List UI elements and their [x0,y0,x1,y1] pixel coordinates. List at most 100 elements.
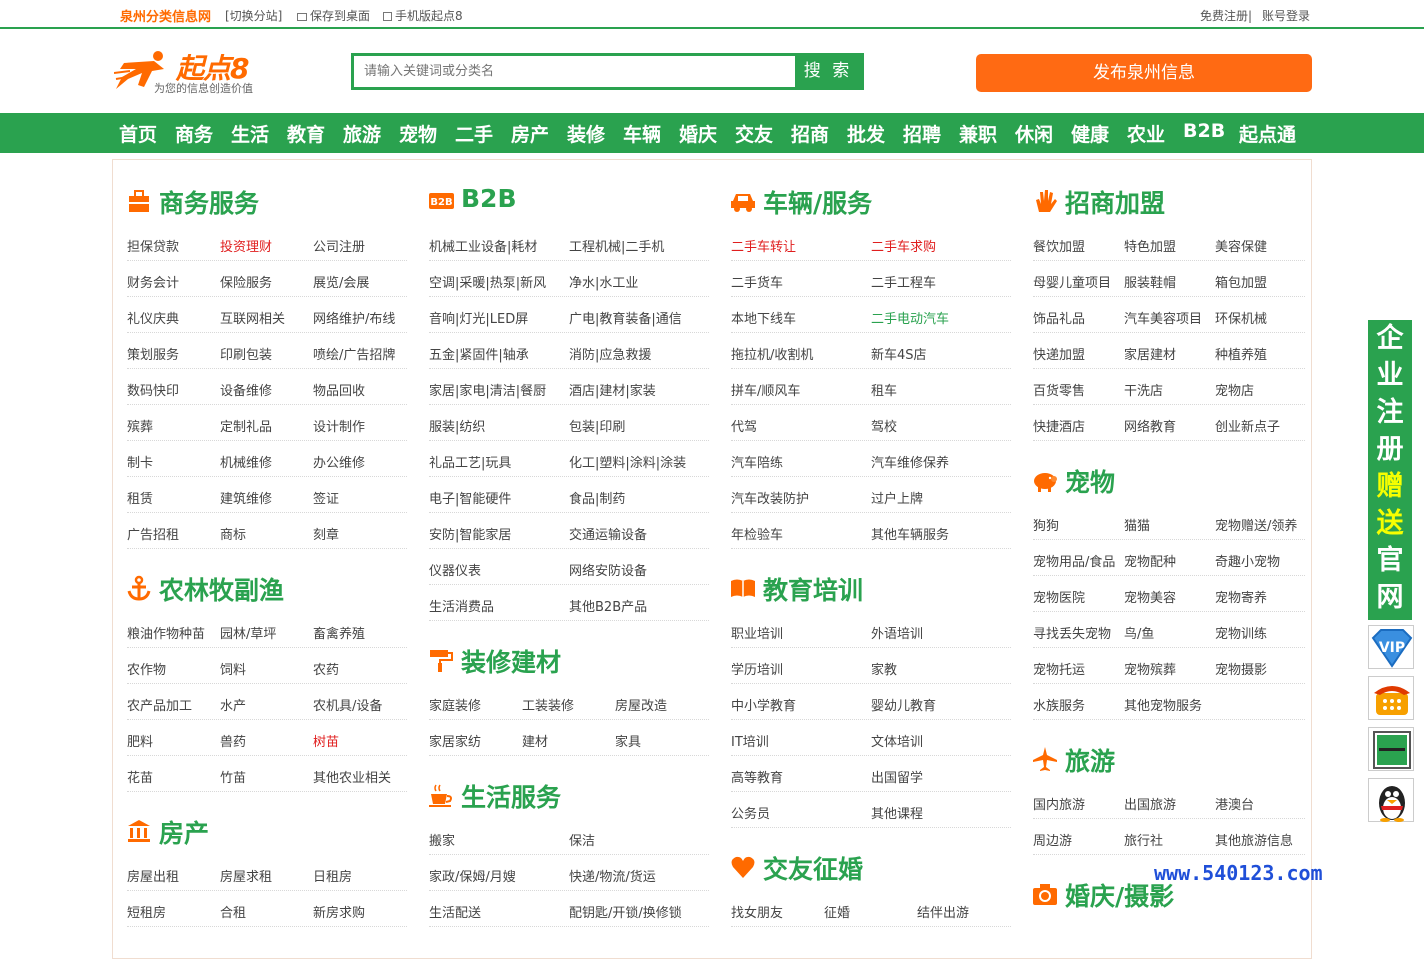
category-link[interactable]: 五金|紧固件|轴承 [429,344,529,363]
category-link[interactable]: 搬家 [429,830,455,849]
category-link[interactable]: 生活配送 [429,902,481,921]
category-link[interactable]: 生活消费品 [429,596,494,615]
category-link[interactable]: 宠物赠送/领养 [1215,515,1297,534]
category-link[interactable]: 饰品礼品 [1033,308,1085,327]
category-link[interactable]: 安防|智能家居 [429,524,511,543]
category-link[interactable]: 制卡 [127,452,153,471]
category-link[interactable]: 宠物医院 [1033,587,1085,606]
category-link[interactable]: 拼车/顺风车 [731,380,800,399]
category-link[interactable]: 商标 [220,524,246,543]
category-link[interactable]: 外语培训 [871,623,923,642]
category-link[interactable]: 旅行社 [1124,830,1163,849]
category-link[interactable]: 建筑维修 [220,488,272,507]
phone-icon[interactable] [1368,676,1414,720]
nav-item[interactable]: 批发 [847,120,885,147]
category-link[interactable]: 出国旅游 [1124,794,1176,813]
category-link[interactable]: 其他宠物服务 [1124,695,1202,714]
category-link[interactable]: 国内旅游 [1033,794,1085,813]
category-link[interactable]: 花苗 [127,767,153,786]
nav-item[interactable]: 休闲 [1015,120,1053,147]
section-title-edu[interactable]: 教育培训 [763,571,863,607]
category-link[interactable]: 港澳台 [1215,794,1254,813]
category-link[interactable]: 鸟/鱼 [1124,623,1154,642]
section-title-agri[interactable]: 农林牧副渔 [159,571,284,607]
category-link[interactable]: 寻找丢失宠物 [1033,623,1111,642]
logo[interactable]: 起点8 为您的信息创造价值 [114,47,274,95]
category-link[interactable]: 美容保健 [1215,236,1267,255]
category-link[interactable]: IT培训 [731,731,769,750]
category-link[interactable]: 家居家纺 [429,731,481,750]
category-link[interactable]: 特色加盟 [1124,236,1176,255]
category-link[interactable]: 家教 [871,659,897,678]
category-link[interactable]: 音响|灯光|LED屏 [429,308,528,327]
category-link[interactable]: 殡葬 [127,416,153,435]
category-link[interactable]: 文体培训 [871,731,923,750]
site-name-link[interactable]: 泉州分类信息网 [120,6,211,25]
category-link[interactable]: 签证 [313,488,339,507]
category-link[interactable]: 广电|教育装备|通信 [569,308,682,327]
nav-item[interactable]: 首页 [119,120,157,147]
category-link[interactable]: 汽车维修保养 [871,452,949,471]
category-link[interactable]: 园林/草坪 [220,623,276,642]
category-link[interactable]: 机械维修 [220,452,272,471]
category-link[interactable]: 种植养殖 [1215,344,1267,363]
category-link[interactable]: 服装鞋帽 [1124,272,1176,291]
nav-item[interactable]: 招聘 [903,120,941,147]
category-link[interactable]: 投资理财 [220,236,272,255]
category-link[interactable]: 宠物店 [1215,380,1254,399]
category-link[interactable]: 高等教育 [731,767,783,786]
category-link[interactable]: 新车4S店 [871,344,927,363]
category-link[interactable]: 互联网相关 [220,308,285,327]
category-link[interactable]: 公务员 [731,803,770,822]
category-link[interactable]: 合租 [220,902,246,921]
category-link[interactable]: 化工|塑料|涂料|涂装 [569,452,686,471]
category-link[interactable]: 狗狗 [1033,515,1059,534]
save-desktop-link[interactable]: 保存到桌面 [297,7,370,24]
category-link[interactable]: 中小学教育 [731,695,796,714]
category-link[interactable]: 出国留学 [871,767,923,786]
nav-item[interactable]: 兼职 [959,120,997,147]
section-title-pets[interactable]: 宠物 [1065,463,1115,499]
category-link[interactable]: 家政/保姆/月嫂 [429,866,516,885]
category-link[interactable]: 猫猫 [1124,515,1150,534]
category-link[interactable]: 宠物训练 [1215,623,1267,642]
category-link[interactable]: 交通运输设备 [569,524,647,543]
nav-item[interactable]: 交友 [735,120,773,147]
category-link[interactable]: 过户上牌 [871,488,923,507]
category-link[interactable]: 定制礼品 [220,416,272,435]
nav-item[interactable]: 婚庆 [679,120,717,147]
side-banner-enterprise[interactable]: 企业注册赠送官网 [1368,320,1412,620]
nav-item[interactable]: 招商 [791,120,829,147]
login-link[interactable]: 账号登录 [1262,7,1310,24]
section-title-dating[interactable]: 交友征婚 [763,850,863,886]
category-link[interactable]: 新房求购 [313,902,365,921]
category-link[interactable]: 设备维修 [220,380,272,399]
category-link[interactable]: 畜禽养殖 [313,623,365,642]
category-link[interactable]: 礼品工艺|玩具 [429,452,511,471]
category-link[interactable]: 其他农业相关 [313,767,391,786]
category-link[interactable]: 年检验车 [731,524,783,543]
nav-item[interactable]: 生活 [231,120,269,147]
nav-item[interactable]: B2B [1183,120,1225,142]
category-link[interactable]: 竹苗 [220,767,246,786]
category-link[interactable]: 本地下线车 [731,308,796,327]
category-link[interactable]: 母婴儿童项目 [1033,272,1111,291]
category-link[interactable]: 房屋出租 [127,866,179,885]
category-link[interactable]: 快递加盟 [1033,344,1085,363]
category-link[interactable]: 担保贷款 [127,236,179,255]
nav-item[interactable]: 商务 [175,120,213,147]
category-link[interactable]: 印刷包装 [220,344,272,363]
nav-item[interactable]: 农业 [1127,120,1165,147]
category-link[interactable]: 租赁 [127,488,153,507]
wechat-icon[interactable] [1368,727,1414,771]
category-link[interactable]: 饲料 [220,659,246,678]
nav-item[interactable]: 二手 [455,120,493,147]
section-title-vehicle[interactable]: 车辆/服务 [763,184,872,220]
category-link[interactable]: 空调|采暖|热泵|新风 [429,272,546,291]
category-link[interactable]: 宠物托运 [1033,659,1085,678]
category-link[interactable]: 创业新点子 [1215,416,1280,435]
category-link[interactable]: 二手车求购 [871,236,936,255]
category-link[interactable]: 策划服务 [127,344,179,363]
category-link[interactable]: 电子|智能硬件 [429,488,511,507]
mobile-version-link[interactable]: 手机版起点8 [383,7,463,24]
